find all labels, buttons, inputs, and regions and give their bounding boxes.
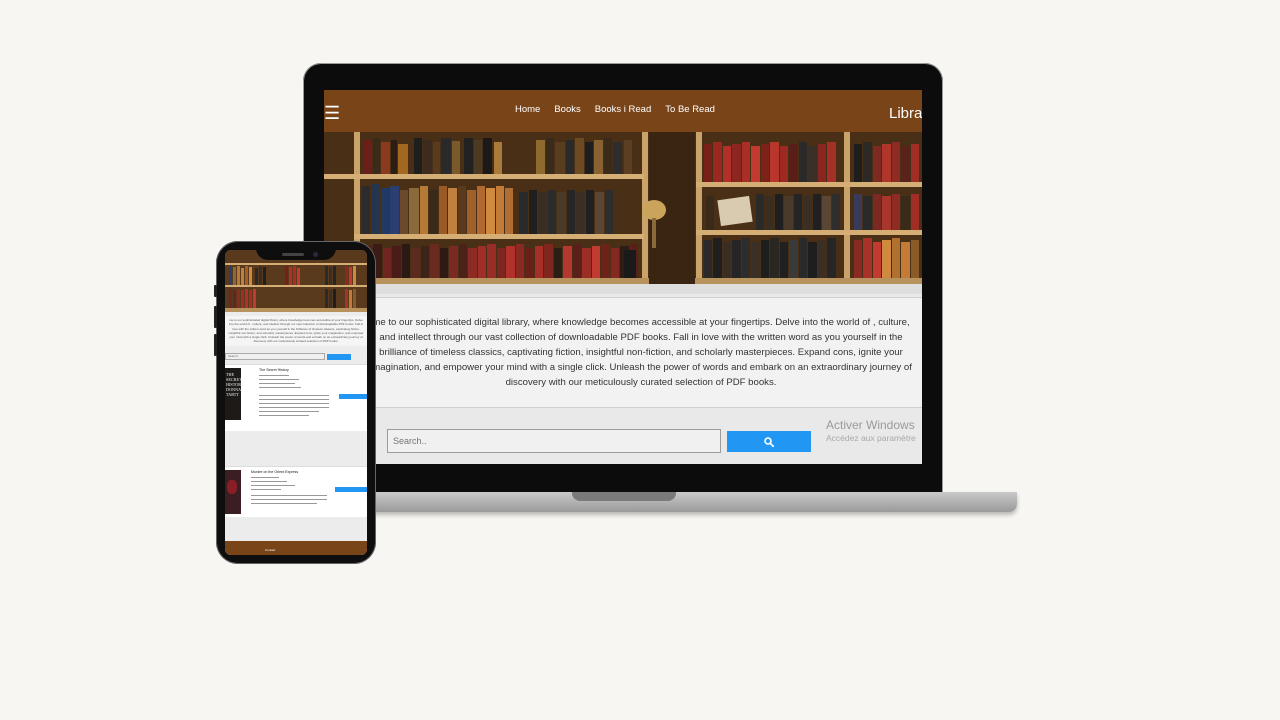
- phone-notch: [256, 243, 336, 260]
- book-detail-line: [259, 387, 301, 388]
- book-title: The Secret History: [259, 368, 289, 372]
- nav-link-books-i-read[interactable]: Books i Read: [595, 104, 652, 115]
- download-button[interactable]: [335, 487, 367, 492]
- windows-activation-subtitle: Accédez aux paramètre: [826, 433, 916, 443]
- book-detail-line: [259, 407, 329, 408]
- nav-link-to-be-read[interactable]: To Be Read: [665, 104, 715, 115]
- book-detail-line: [259, 395, 329, 396]
- nav-links: Home Books Books i Read To Be Read: [515, 104, 715, 115]
- phone-footer: Contact: [225, 541, 367, 555]
- top-navbar: ☰ Home Books Books i Read To Be Read Lib…: [324, 90, 922, 132]
- phone-search-button[interactable]: [327, 354, 351, 360]
- phone-intro-section: me to our sophisticated digital library,…: [225, 316, 367, 346]
- laptop-hinge-notch: [572, 492, 676, 501]
- book-detail-line: [259, 403, 329, 404]
- hero-bookshelf-image: [324, 132, 922, 284]
- book-title: Murder on the Orient Express: [251, 470, 299, 474]
- book-cover-figure: [227, 480, 237, 494]
- phone-book-card: Murder on the Orient Express: [225, 466, 367, 517]
- search-icon: [764, 436, 774, 447]
- book-detail-line: [251, 499, 327, 500]
- book-detail-line: [251, 481, 287, 482]
- phone-screen: me to our sophisticated digital library,…: [225, 250, 367, 555]
- book-detail-line: [251, 489, 281, 490]
- phone-side-button: [214, 285, 217, 297]
- hamburger-menu-icon[interactable]: ☰: [324, 104, 340, 122]
- book-cover: [225, 470, 241, 514]
- book-detail-line: [251, 477, 279, 478]
- windows-activation-title: Activer Windows: [826, 418, 915, 432]
- footer-contact-link[interactable]: Contact: [265, 548, 275, 552]
- hero-divider: [324, 284, 922, 294]
- nav-link-home[interactable]: Home: [515, 104, 540, 115]
- phone-speaker: [282, 253, 304, 256]
- search-button[interactable]: [727, 431, 811, 452]
- book-detail-line: [259, 383, 295, 384]
- laptop-screen: ☰ Home Books Books i Read To Be Read Lib…: [324, 90, 922, 464]
- search-input[interactable]: [387, 429, 721, 453]
- phone-side-button: [214, 334, 217, 356]
- book-detail-line: [259, 411, 319, 412]
- intro-section: me to our sophisticated digital library,…: [324, 297, 922, 408]
- book-cover-text: THE SECRET HISTORY DONNA TARTT: [226, 372, 244, 397]
- phone-intro-text: me to our sophisticated digital library,…: [228, 318, 364, 344]
- book-detail-line: [259, 375, 289, 376]
- site-brand[interactable]: Librar: [889, 105, 922, 122]
- phone-camera-icon: [313, 252, 318, 257]
- nav-link-books[interactable]: Books: [554, 104, 580, 115]
- phone-side-button: [214, 306, 217, 328]
- book-detail-line: [259, 379, 299, 380]
- book-detail-line: [251, 485, 295, 486]
- download-button[interactable]: [339, 394, 367, 399]
- intro-text: me to our sophisticated digital library,…: [370, 317, 912, 388]
- book-detail-line: [251, 503, 317, 504]
- book-detail-line: [251, 495, 327, 496]
- book-detail-line: [259, 415, 309, 416]
- phone-search-input[interactable]: Search..: [225, 353, 325, 360]
- book-cover: THE SECRET HISTORY DONNA TARTT: [225, 368, 244, 420]
- book-detail-line: [259, 399, 329, 400]
- phone-book-card: THE SECRET HISTORY DONNA TARTT The Secre…: [225, 364, 367, 431]
